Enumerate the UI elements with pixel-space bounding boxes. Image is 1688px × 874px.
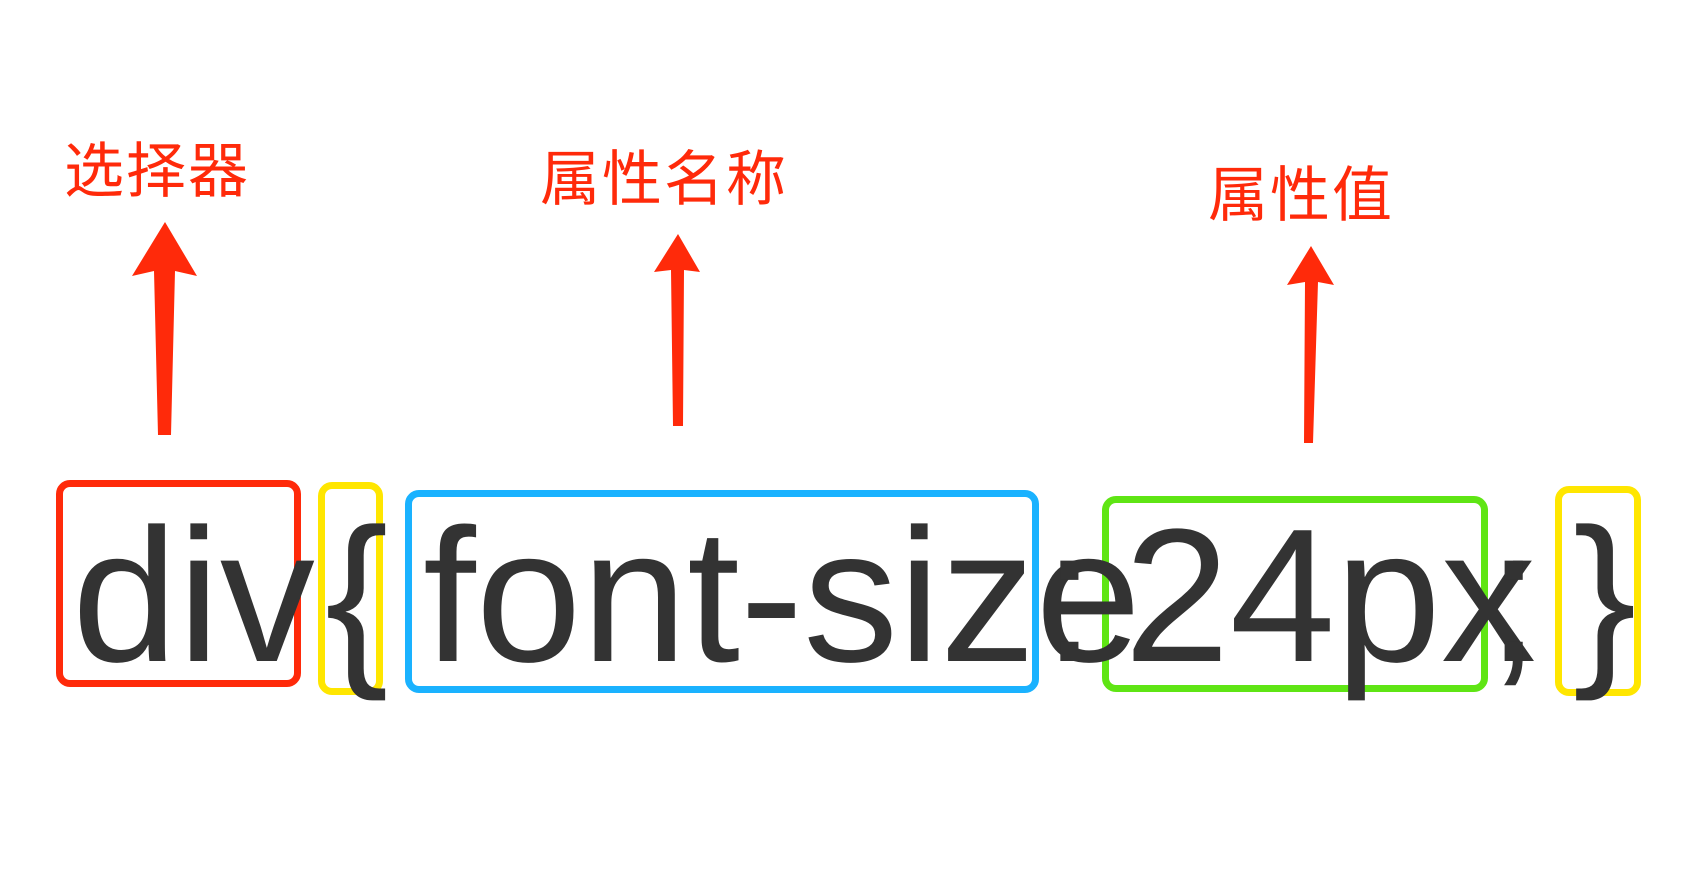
semicolon-token: ; bbox=[1487, 490, 1540, 702]
css-syntax-diagram: 选择器 属性名称 属性值 div { font-size : 24px ; } bbox=[0, 0, 1688, 874]
annotation-arrows bbox=[132, 222, 1334, 443]
close-brace-token: } bbox=[1573, 490, 1637, 702]
open-brace-token: { bbox=[325, 490, 389, 702]
property-value-arrow bbox=[1287, 246, 1334, 443]
colon-token: : bbox=[1043, 490, 1096, 702]
property-name-token: font-size bbox=[423, 490, 1142, 702]
property-name-arrow bbox=[654, 234, 700, 426]
property-value-token: 24px bbox=[1124, 490, 1537, 702]
selector-token: div bbox=[72, 490, 315, 702]
selector-arrow bbox=[132, 222, 197, 435]
